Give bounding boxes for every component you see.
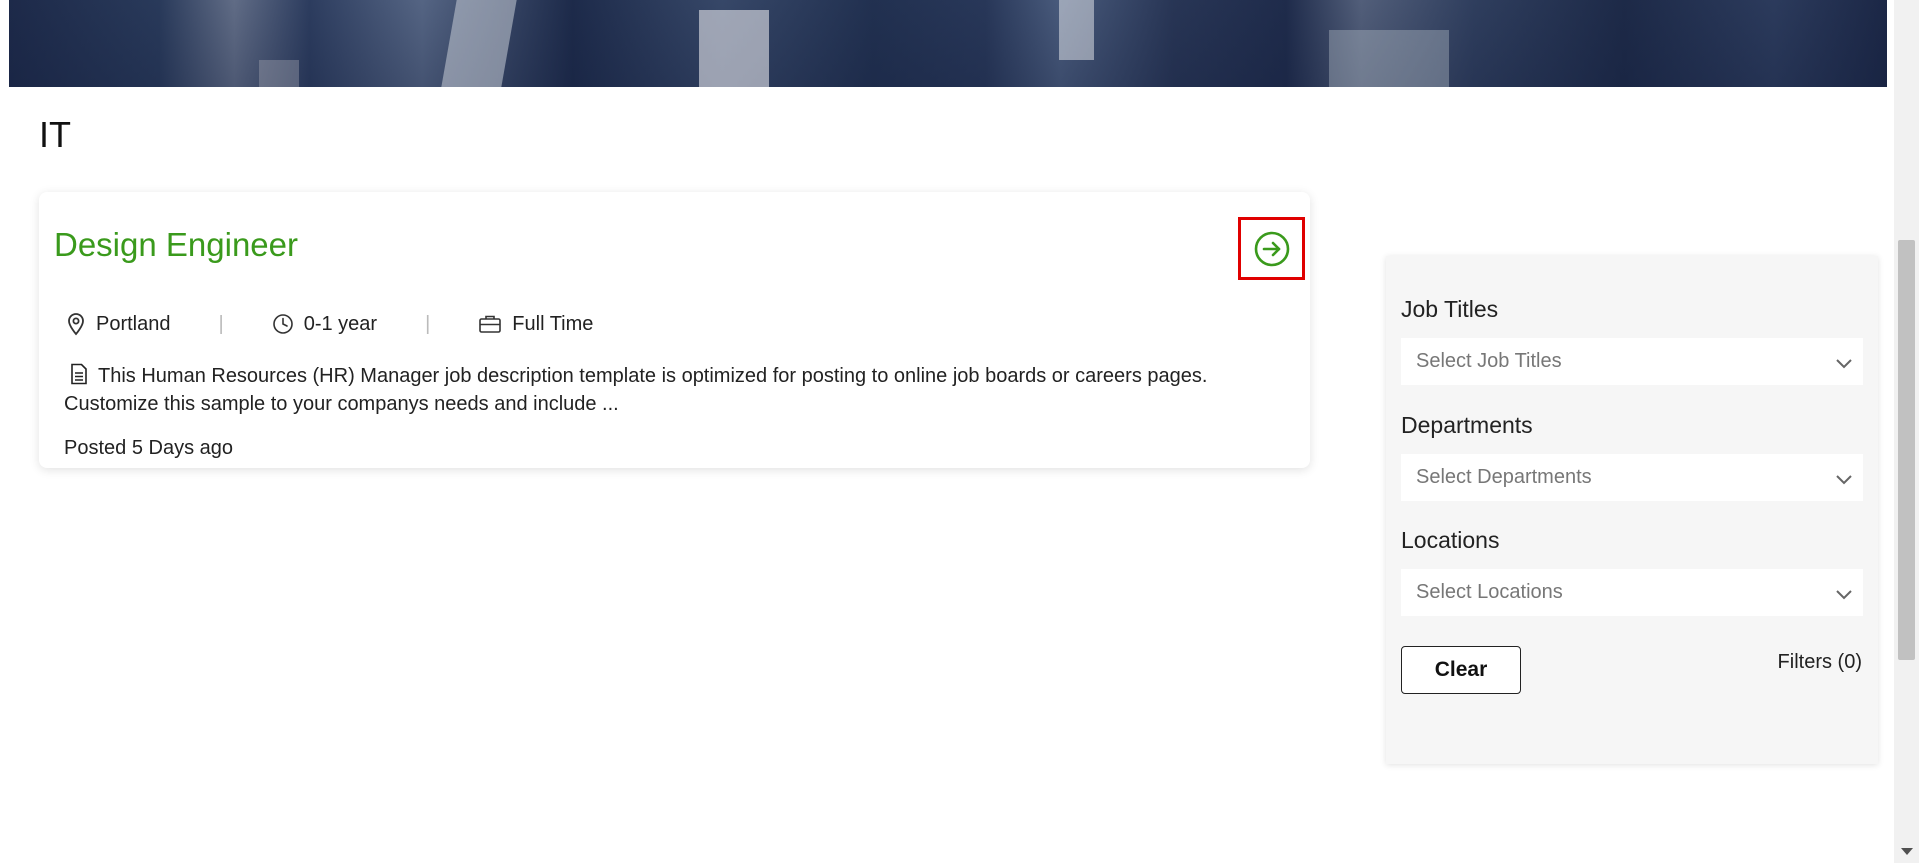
job-type-text: Full Time: [512, 312, 594, 335]
scrollbar[interactable]: [1894, 0, 1919, 863]
job-location: Portland: [66, 312, 171, 336]
locations-select[interactable]: Select Locations: [1401, 569, 1863, 616]
meta-separator: |: [425, 312, 431, 335]
clock-icon: [272, 314, 293, 334]
chevron-down-icon: [1836, 475, 1852, 485]
clear-button[interactable]: Clear: [1401, 646, 1521, 694]
section-title: IT: [39, 114, 71, 155]
briefcase-icon: [479, 315, 502, 333]
hero-banner: [9, 0, 1887, 87]
scrollbar-thumb[interactable]: [1898, 240, 1915, 660]
location-text: Portland: [96, 312, 171, 335]
meta-separator: |: [218, 312, 224, 335]
departments-select[interactable]: Select Departments: [1401, 454, 1863, 501]
job-meta: Portland | 0-1 year | Full Time: [66, 310, 593, 338]
job-card: Design Engineer Portland | 0-1 year | Fu…: [39, 192, 1310, 468]
arrow-right-circle-icon: [1254, 231, 1289, 266]
filters-count: Filters (0): [1777, 651, 1862, 673]
description-text: This Human Resources (HR) Manager job de…: [64, 365, 1208, 415]
chevron-down-icon: [1836, 359, 1852, 369]
job-description: This Human Resources (HR) Manager job de…: [64, 362, 1294, 418]
document-icon: [71, 363, 87, 385]
departments-label: Departments: [1401, 412, 1533, 438]
view-job-button[interactable]: [1238, 217, 1305, 280]
job-listings-page: IT Design Engineer Portland | 0-1 year |…: [0, 0, 1919, 863]
job-type: Full Time: [478, 313, 593, 336]
job-titles-label: Job Titles: [1401, 296, 1499, 322]
job-title[interactable]: Design Engineer: [54, 226, 298, 264]
departments-placeholder: Select Departments: [1416, 466, 1592, 488]
map-pin-icon: [68, 313, 84, 336]
posted-date: Posted 5 Days ago: [64, 437, 233, 459]
chevron-down-icon: [1836, 590, 1852, 600]
job-experience: 0-1 year: [272, 313, 377, 336]
job-titles-select[interactable]: Select Job Titles: [1401, 338, 1863, 385]
locations-placeholder: Select Locations: [1416, 581, 1563, 603]
scroll-down-arrow-icon[interactable]: [1901, 848, 1913, 855]
experience-text: 0-1 year: [303, 312, 378, 335]
job-titles-placeholder: Select Job Titles: [1416, 350, 1562, 372]
locations-label: Locations: [1401, 527, 1500, 553]
filter-panel: Job Titles Select Job Titles Departments…: [1386, 256, 1878, 764]
